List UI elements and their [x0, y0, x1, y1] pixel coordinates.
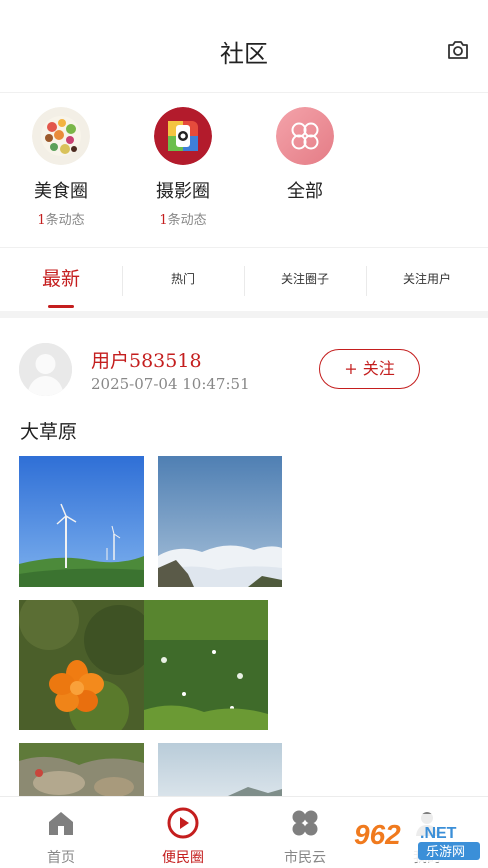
circle-post-count: 1条动态: [37, 213, 85, 228]
tab-hot[interactable]: 热门: [122, 248, 244, 310]
post-timestamp: 2025-07-04 10:47:51: [91, 375, 250, 393]
home-icon: [49, 812, 73, 835]
active-tab-indicator: [48, 305, 74, 308]
all-circles-image: [276, 107, 334, 165]
grid-icon: [292, 810, 318, 836]
tab-label: 热门: [170, 272, 195, 286]
circle-photography[interactable]: 摄影圈 1条动态: [128, 107, 238, 228]
tab-followed-users[interactable]: 关注用户: [366, 248, 488, 310]
circle-name: 全部: [287, 181, 323, 202]
section-divider: [0, 311, 488, 318]
follow-button[interactable]: + 关注: [319, 349, 420, 389]
nav-community[interactable]: 便民圈: [122, 797, 244, 868]
circle-name: 美食圈: [34, 181, 88, 202]
nav-label: 首页: [47, 850, 75, 866]
header: 社区: [0, 0, 488, 92]
post-photo[interactable]: [144, 600, 268, 730]
post-photo[interactable]: [19, 600, 144, 730]
post-photo[interactable]: [158, 743, 282, 796]
svg-text:乐游网: 乐游网: [426, 845, 465, 860]
tab-label: 最新: [41, 268, 80, 290]
tab-latest[interactable]: 最新: [0, 248, 122, 310]
food-circle-image: [32, 107, 90, 165]
circle-post-count: 1条动态: [159, 213, 207, 228]
circle-name: 摄影圈: [156, 181, 210, 202]
camera-icon[interactable]: [446, 38, 470, 62]
circle-all[interactable]: 全部: [250, 107, 360, 203]
circle-list: 美食圈 1条动态 摄影圈 1条动态 全部: [0, 92, 488, 246]
avatar[interactable]: [19, 343, 72, 396]
site-watermark-logo: 962 .NET 乐游网: [348, 812, 484, 864]
post-photo[interactable]: [158, 456, 282, 587]
post-username[interactable]: 用户583518: [91, 346, 202, 373]
photography-circle-image: [154, 107, 212, 165]
nav-label: 便民圈: [162, 850, 204, 866]
post-photo[interactable]: [19, 743, 144, 796]
post-photo[interactable]: [19, 456, 144, 587]
tab-label: 关注圈子: [280, 272, 329, 286]
post-card[interactable]: 用户583518 2025-07-04 10:47:51 + 关注 大草原: [0, 318, 488, 796]
nav-home[interactable]: 首页: [0, 797, 122, 868]
post-text: 大草原: [20, 421, 78, 443]
tab-label: 关注用户: [402, 272, 451, 286]
tab-followed-circles[interactable]: 关注圈子: [244, 248, 366, 310]
page-title: 社区: [220, 40, 268, 68]
circle-food[interactable]: 美食圈 1条动态: [6, 107, 116, 228]
community-icon: [167, 807, 199, 839]
svg-text:.NET: .NET: [420, 825, 457, 842]
feed-tabs: 最新 热门 关注圈子 关注用户: [0, 247, 488, 311]
svg-text:962: 962: [354, 819, 401, 850]
